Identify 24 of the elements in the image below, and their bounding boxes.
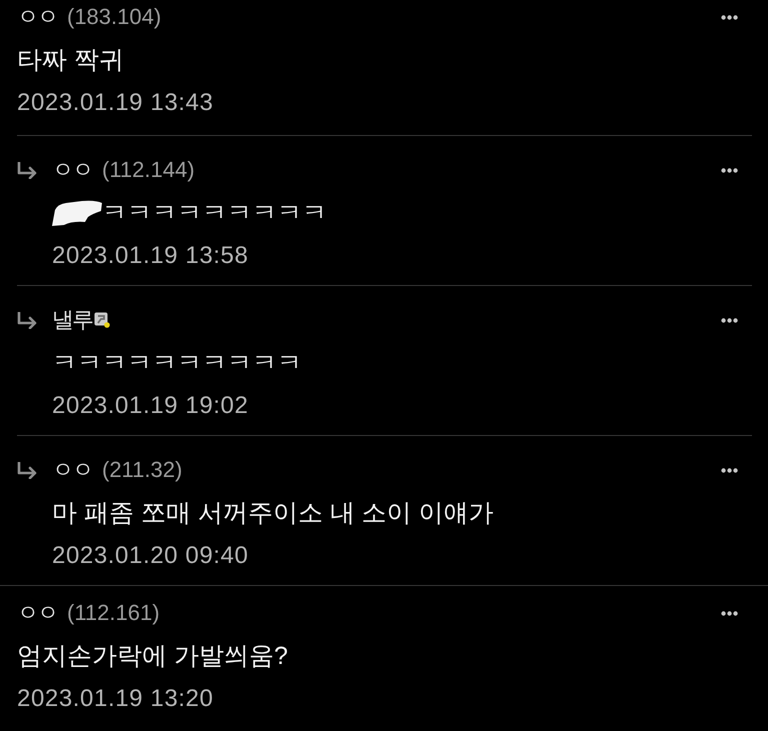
more-icon[interactable] — [721, 318, 738, 322]
ip-address: (112.144) — [102, 157, 195, 183]
more-icon[interactable] — [721, 14, 738, 20]
comment-text: ㅋㅋㅋㅋㅋㅋㅋㅋㅋ — [102, 198, 327, 229]
author-name: ㅇㅇ — [17, 3, 57, 31]
comment-date: 2023.01.19 19:02 — [52, 391, 250, 421]
comment-date: 2023.01.19 13:58 — [52, 241, 250, 271]
comment-date: 2023.01.19 13:43 — [17, 88, 214, 118]
author-name: 낼루 — [52, 306, 92, 334]
more-icon[interactable] — [721, 610, 738, 616]
comment-text: 엄지손가락에 가발씌움? — [17, 641, 288, 672]
more-icon[interactable] — [721, 468, 738, 472]
author-name: ㅇㅇ — [52, 456, 92, 484]
comment-text: 마 패좀 쪼매 서꺼주이소 내 소이 이얘가 — [52, 498, 494, 529]
more-icon[interactable] — [721, 168, 738, 172]
author-name: ㅇㅇ — [17, 599, 57, 627]
comment-text: 타짜 짝귀 — [17, 45, 124, 76]
comment-date: 2023.01.19 13:20 — [17, 684, 214, 714]
author-name: ㅇㅇ — [52, 156, 92, 184]
ip-address: (211.32) — [102, 457, 182, 483]
ip-address: (183.104) — [67, 4, 162, 30]
comment-text: ㅋㅋㅋㅋㅋㅋㅋㅋㅋㅋ — [52, 348, 302, 379]
comment-date: 2023.01.20 09:40 — [52, 541, 250, 571]
ip-address: (112.161) — [67, 600, 160, 626]
